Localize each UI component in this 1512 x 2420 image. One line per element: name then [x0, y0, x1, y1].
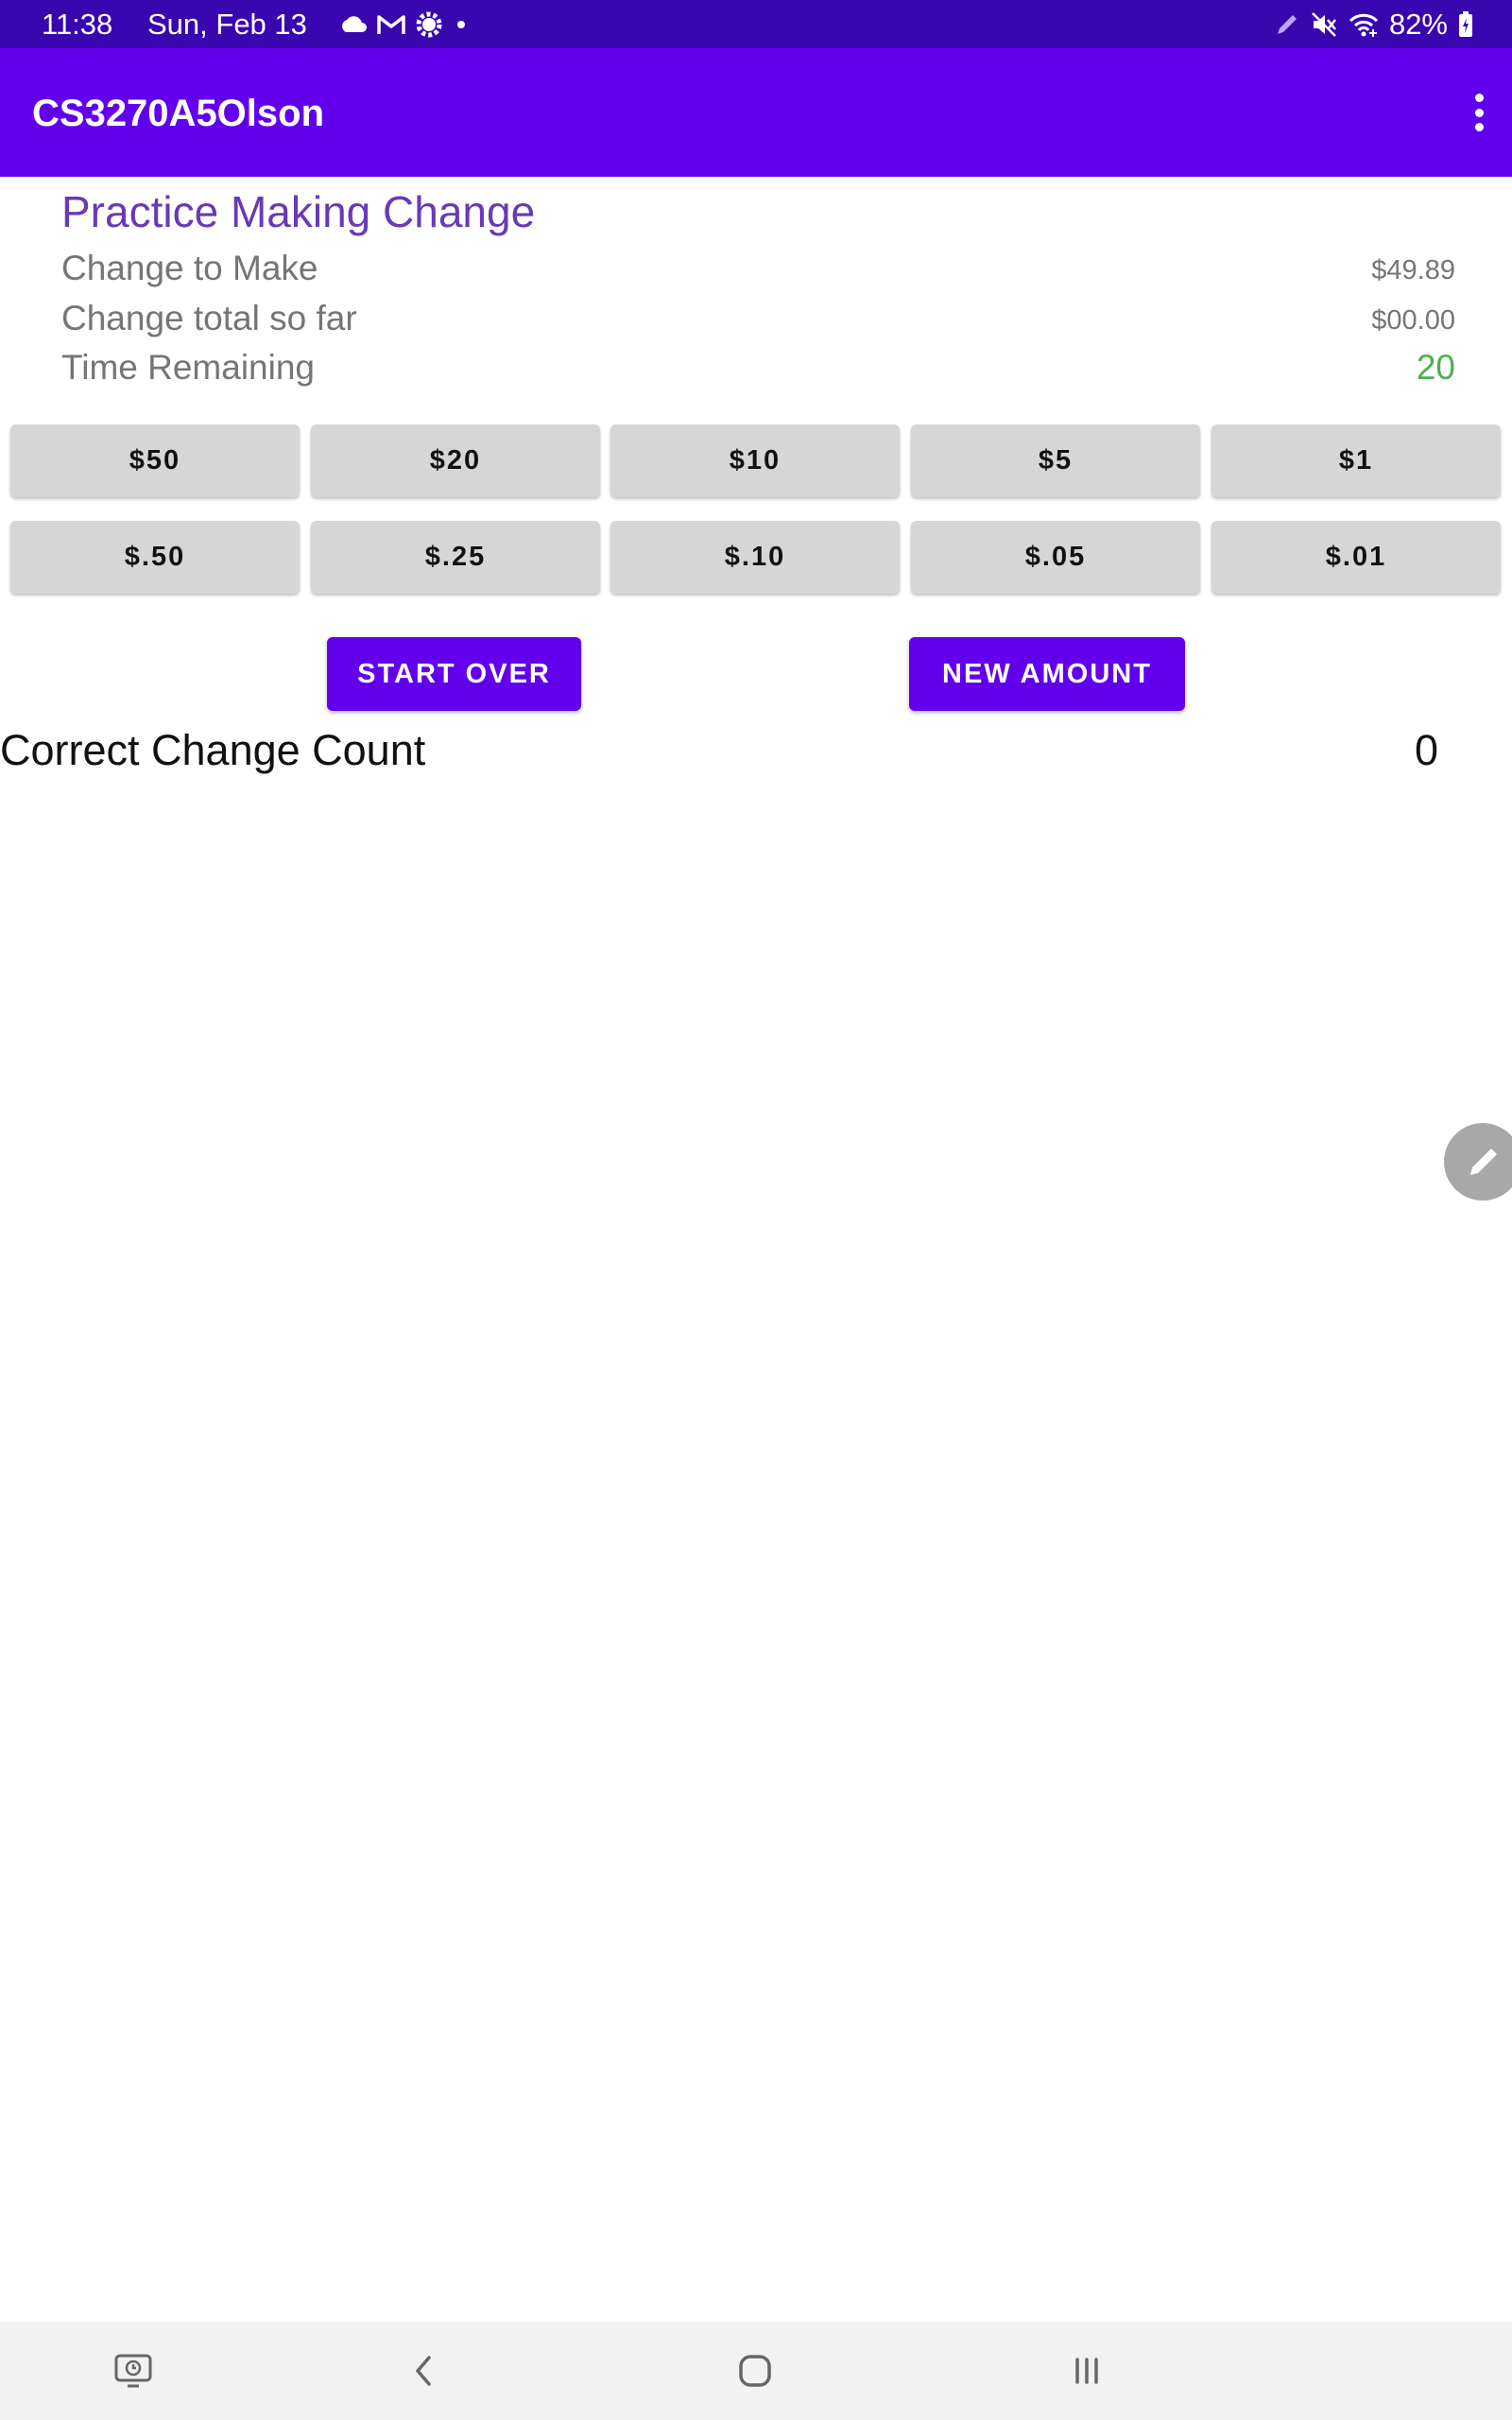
recents-icon[interactable]: [1058, 2342, 1115, 2399]
denom-button-1[interactable]: $1: [1211, 424, 1501, 497]
battery-icon: [1459, 11, 1472, 37]
denom-button-5[interactable]: $5: [911, 424, 1200, 497]
edit-floating-button[interactable]: [1444, 1123, 1512, 1201]
status-date: Sun, Feb 13: [147, 8, 307, 41]
back-icon[interactable]: [395, 2342, 452, 2399]
change-to-make-value: $49.89: [1371, 255, 1455, 285]
gmail-icon: [377, 15, 405, 34]
settings-gear-icon: [416, 11, 442, 38]
navigation-bar: [0, 2322, 1512, 2420]
denom-button-10[interactable]: $10: [610, 424, 900, 497]
denom-button-050[interactable]: $.50: [10, 521, 300, 594]
status-bar: 11:38 Sun, Feb 13 82%: [0, 0, 1512, 48]
change-to-make-label: Change to Make: [61, 249, 318, 287]
correct-change-count-label: Correct Change Count: [0, 726, 426, 774]
dot-icon: [457, 21, 465, 28]
status-time: 11:38: [42, 8, 113, 41]
denom-button-010[interactable]: $.10: [610, 521, 900, 594]
app-bar: CS3270A5Olson: [0, 48, 1512, 177]
wifi-icon: [1349, 13, 1379, 37]
denom-button-005[interactable]: $.05: [911, 521, 1200, 594]
home-icon[interactable]: [727, 2342, 783, 2399]
change-total-value: $00.00: [1371, 305, 1455, 336]
cloud-icon: [342, 16, 367, 32]
time-remaining-label: Time Remaining: [61, 348, 315, 387]
pencil-icon: [1470, 1149, 1497, 1175]
correct-change-count-value: 0: [1414, 726, 1438, 774]
notification-icons: [338, 6, 471, 43]
change-total-label: Change total so far: [61, 299, 357, 337]
denom-button-001[interactable]: $.01: [1211, 521, 1501, 594]
denom-button-025[interactable]: $.25: [311, 521, 600, 594]
time-remaining-value: 20: [1416, 348, 1455, 387]
start-over-button[interactable]: START OVER: [327, 637, 581, 711]
app-title: CS3270A5Olson: [32, 93, 325, 134]
page-title: Practice Making Change: [61, 187, 536, 236]
battery-percent: 82%: [1388, 8, 1448, 41]
screen-recorder-icon[interactable]: [105, 2342, 162, 2399]
new-amount-button[interactable]: NEW AMOUNT: [909, 637, 1185, 711]
denom-button-50[interactable]: $50: [10, 424, 300, 497]
mute-icon: [1312, 12, 1336, 37]
denom-button-20[interactable]: $20: [311, 424, 600, 497]
pen-icon: [1277, 15, 1297, 34]
overflow-menu-icon[interactable]: [1465, 88, 1493, 137]
system-icons: 82%: [1274, 6, 1474, 43]
